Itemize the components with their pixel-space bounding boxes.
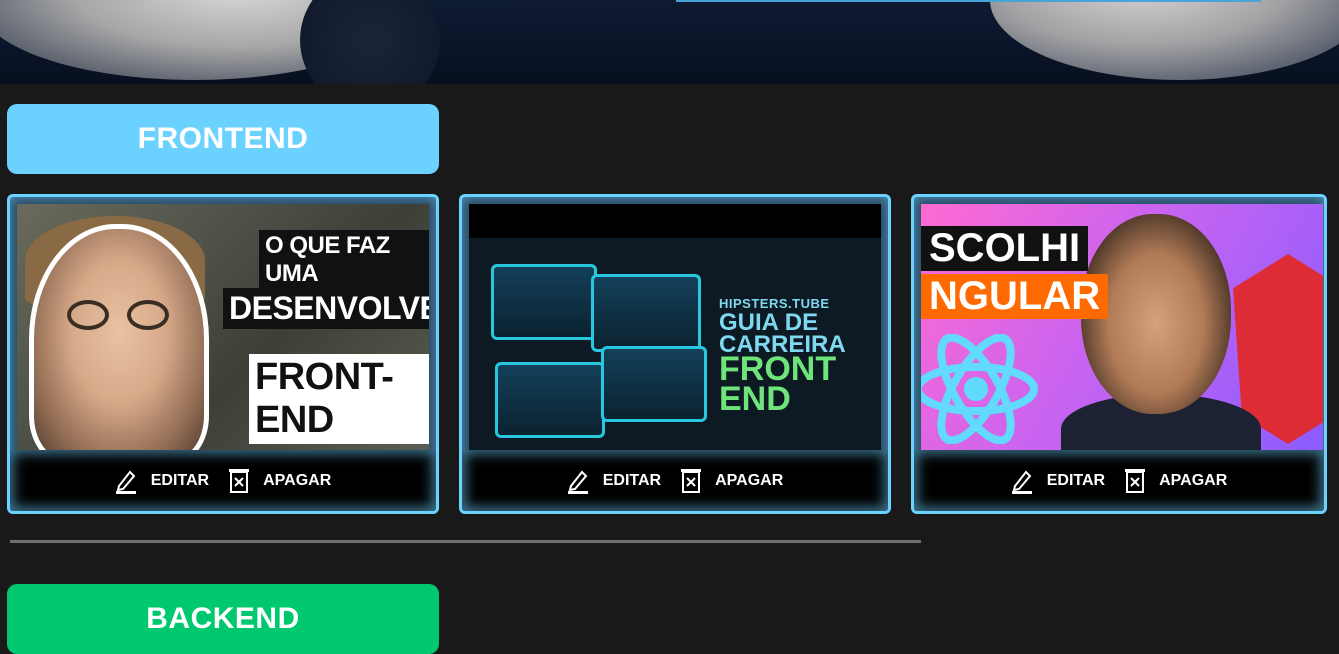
edit-button[interactable]: EDITAR <box>1011 468 1105 494</box>
pencil-icon <box>567 469 588 494</box>
pencil-icon <box>1011 469 1032 494</box>
thumbnail-text: NGULAR <box>921 274 1109 319</box>
edit-label: EDITAR <box>602 471 662 489</box>
delete-button[interactable]: APAGAR <box>1125 468 1227 494</box>
edit-label: EDITAR <box>1046 471 1106 489</box>
category-backend-title: BACKEND <box>7 584 439 654</box>
thumbnail-text: SCOLHI <box>921 226 1089 271</box>
trash-icon <box>229 468 250 493</box>
trash-icon <box>1125 468 1146 493</box>
video-card[interactable]: SCOLHI NGULAR EDITAR APAGAR <box>911 194 1327 514</box>
delete-label: APAGAR <box>1159 471 1228 489</box>
delete-label: APAGAR <box>263 471 332 489</box>
video-thumbnail[interactable]: O QUE FAZ UMA DESENVOLVEDOR FRONT-END <box>17 204 429 450</box>
thumbnail-text: O QUE FAZ UMA <box>259 230 429 290</box>
video-thumbnail[interactable]: HIPSTERS.TUBE GUIA DE CARREIRA FRONT END <box>469 204 881 450</box>
edit-button[interactable]: EDITAR <box>115 468 209 494</box>
hero-banner <box>0 0 1339 84</box>
video-thumbnail[interactable]: SCOLHI NGULAR <box>921 204 1323 450</box>
edit-button[interactable]: EDITAR <box>567 468 661 494</box>
delete-button[interactable]: APAGAR <box>229 468 331 494</box>
card-actions: EDITAR APAGAR <box>10 450 436 511</box>
delete-button[interactable]: APAGAR <box>681 468 783 494</box>
thumbnail-text: FRONT-END <box>249 354 429 444</box>
card-actions: EDITAR APAGAR <box>462 450 888 511</box>
card-actions: EDITAR APAGAR <box>914 450 1324 511</box>
video-card[interactable]: O QUE FAZ UMA DESENVOLVEDOR FRONT-END ED… <box>7 194 439 514</box>
react-logo <box>921 334 1038 444</box>
category-frontend-title: FRONTEND <box>7 104 439 174</box>
trash-icon <box>681 468 702 493</box>
pencil-icon <box>115 469 136 494</box>
video-card[interactable]: HIPSTERS.TUBE GUIA DE CARREIRA FRONT END… <box>459 194 891 514</box>
thumbnail-text: DESENVOLVEDOR <box>223 288 429 329</box>
edit-label: EDITAR <box>150 471 210 489</box>
section-divider <box>10 540 921 543</box>
delete-label: APAGAR <box>715 471 784 489</box>
thumbnail-text: FRONT END <box>719 350 837 418</box>
